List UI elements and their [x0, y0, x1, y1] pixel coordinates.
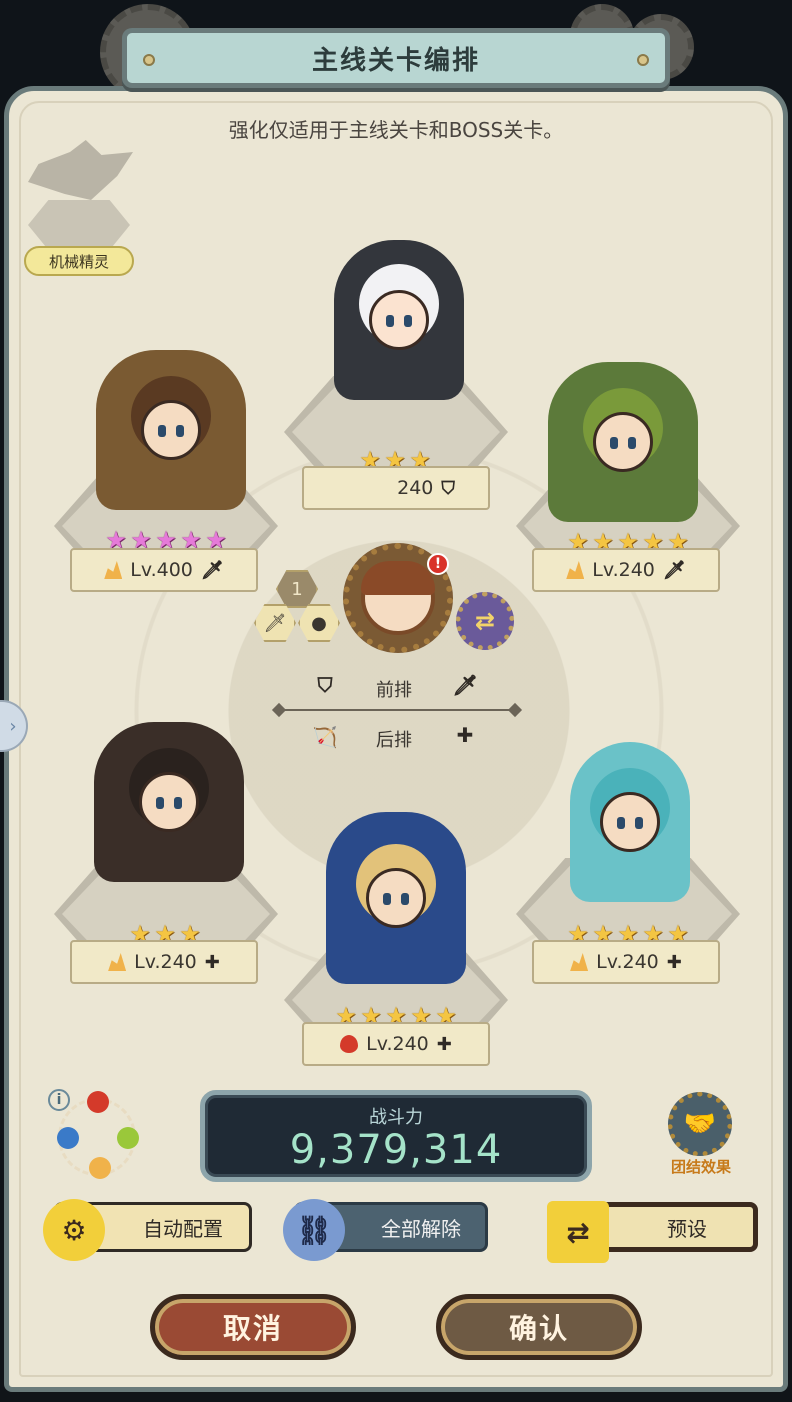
auto-configure-button[interactable]: ⚙ 自动配置 [43, 1199, 252, 1261]
sword-icon: 🗡 [662, 559, 686, 581]
shield-icon: ⛉ [441, 477, 455, 499]
level-text: Lv.240 [134, 951, 197, 973]
plus-icon: ✚ [204, 951, 220, 973]
combat-power-value: 9,379,314 [289, 1127, 503, 1173]
bow-icon: 🏹 [312, 725, 338, 749]
level-text: Lv.240 [596, 951, 659, 973]
level-text: Lv.240 [366, 1033, 429, 1055]
hero-top-center[interactable] [334, 240, 464, 400]
swap-icon: ⇄ [474, 607, 496, 635]
swap-arrows-icon: ⇄ [547, 1201, 609, 1263]
earth-element-icon [566, 561, 585, 579]
back-row-label: 后排 [376, 730, 412, 751]
shield-icon: ⛉ [317, 673, 333, 697]
alert-badge: ! [427, 553, 449, 575]
water-element-icon [57, 1127, 79, 1149]
earth-element-icon [89, 1157, 111, 1179]
team-effect-label: 团结效果 [670, 1158, 731, 1176]
level-text: 240 [397, 477, 434, 499]
sword-icon: 🗡 [200, 559, 224, 581]
subtitle-note: 强化仅适用于主线关卡和BOSS关卡。 [228, 118, 564, 142]
hero-bottom-left[interactable] [94, 722, 244, 882]
unlink-icon: ⛓ [283, 1199, 345, 1261]
level-plate-bottom-left: Lv.240 ✚ [70, 940, 258, 984]
cancel-button[interactable]: 取消 [150, 1294, 356, 1360]
confirm-button[interactable]: 确认 [436, 1294, 642, 1360]
sword-icon: 🗡 [452, 673, 478, 697]
auto-configure-label: 自动配置 [143, 1216, 223, 1241]
fire-element-icon [87, 1091, 109, 1113]
preset-button[interactable]: ⇄ 预设 [547, 1201, 758, 1263]
level-plate-bottom-right: Lv.240 ✚ [532, 940, 720, 984]
level-plate-top-left: Lv.400 🗡 [70, 548, 258, 592]
release-all-button[interactable]: ⛓ 全部解除 [283, 1199, 488, 1261]
swap-button[interactable]: ⇄ [456, 592, 514, 650]
team-effect-button[interactable]: 🤝 团结效果 [664, 1092, 738, 1182]
level-text: Lv.400 [130, 559, 193, 581]
spirit-label[interactable]: 机械精灵 [24, 246, 134, 276]
hero-bottom-right[interactable] [570, 742, 690, 902]
level-plate-top-right: Lv.240 🗡 [532, 548, 720, 592]
orb-icon: ● [311, 612, 327, 634]
earth-element-icon [108, 953, 127, 971]
combat-power-panel: 战斗力 9,379,314 [200, 1090, 592, 1182]
hero-bottom-center[interactable] [326, 812, 466, 984]
spirit-slot[interactable] [28, 200, 130, 250]
wind-element-icon [117, 1127, 139, 1149]
title-plate: 主线关卡编排 [122, 28, 670, 88]
earth-element-icon [104, 561, 123, 579]
earth-element-icon [570, 953, 589, 971]
info-icon[interactable]: i [48, 1089, 70, 1111]
chevron-right-icon: › [9, 715, 17, 737]
hero-top-right[interactable] [548, 362, 698, 522]
release-all-label: 全部解除 [381, 1216, 461, 1241]
level-plate-top-center: 240 ⛉ [302, 466, 490, 510]
fire-element-icon [340, 1035, 359, 1053]
plus-icon: ✚ [456, 723, 474, 747]
row-divider [278, 709, 516, 711]
preset-label: 预设 [667, 1216, 707, 1241]
sword-icon: 🗡 [263, 612, 287, 634]
front-row-label: 前排 [376, 680, 412, 701]
handshake-icon: 🤝 [668, 1092, 732, 1156]
element-wheel[interactable] [57, 1091, 139, 1179]
plus-icon: ✚ [666, 951, 682, 973]
level-text: Lv.240 [592, 559, 655, 581]
plus-icon: ✚ [436, 1033, 452, 1055]
gear-icon: ⚙ [43, 1199, 105, 1261]
page-title: 主线关卡编排 [311, 45, 480, 76]
hero-top-left[interactable] [96, 350, 246, 510]
level-plate-bottom-center: Lv.240 ✚ [302, 1022, 490, 1066]
combat-power-label: 战斗力 [369, 1107, 423, 1128]
